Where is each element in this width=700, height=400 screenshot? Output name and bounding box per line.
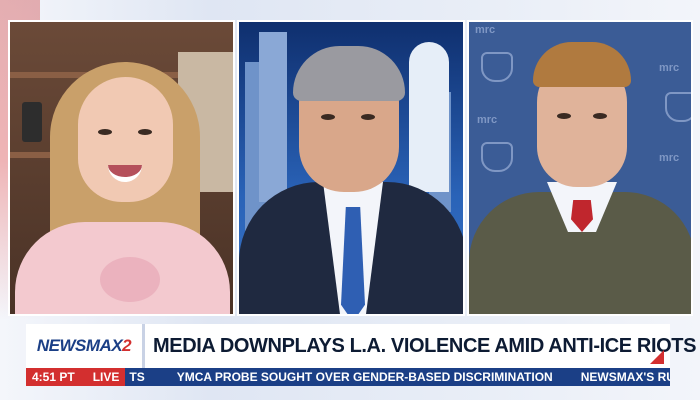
video-panel-anchor	[237, 20, 465, 316]
skyscraper	[259, 32, 287, 202]
network-logo-number: 2	[122, 336, 132, 355]
time-live-badge: 4:51 PT LIVE	[26, 368, 126, 386]
eye	[593, 113, 607, 119]
video-panel-guest-left	[8, 20, 235, 316]
headline-text: MEDIA DOWNPLAYS L.A. VIOLENCE AMID ANTI-…	[153, 334, 697, 357]
eye	[138, 129, 152, 135]
ticker-item: YMCA PROBE SOUGHT OVER GENDER-BASED DISC…	[176, 370, 553, 384]
desk-lamp	[22, 102, 42, 142]
headline-banner: MEDIA DOWNPLAYS L.A. VIOLENCE AMID ANTI-…	[142, 324, 696, 368]
ticker-item: NEWSMAX'S RUD	[580, 370, 670, 384]
news-ticker: 4:51 PT LIVE TS YMCA PROBE SOUGHT OVER G…	[26, 368, 670, 386]
mrc-logo: mrc	[477, 114, 498, 126]
video-panel-guest-right: mrc mrc mrc mrc	[467, 20, 693, 316]
banner-red-corner	[650, 350, 664, 364]
capitol-dome	[409, 42, 449, 192]
network-logo-text: NEWSMAX	[36, 336, 123, 355]
live-label: LIVE	[92, 370, 120, 384]
mrc-logo: mrc	[659, 62, 680, 74]
mrc-shield-icon	[481, 52, 513, 82]
guest-face	[78, 77, 173, 202]
eye	[557, 113, 571, 119]
mrc-shield-icon	[665, 92, 691, 122]
eye	[361, 114, 375, 120]
network-logo: NEWSMAX2	[26, 324, 142, 368]
mrc-logo: mrc	[659, 152, 680, 164]
mrc-shield-icon	[481, 142, 513, 172]
lower-third: NEWSMAX2 MEDIA DOWNPLAYS L.A. VIOLENCE A…	[0, 320, 700, 400]
time-label: 4:51 PT	[32, 370, 75, 384]
eye	[321, 114, 335, 120]
ticker-item: TS	[129, 370, 145, 384]
blouse-floral-print	[100, 257, 160, 302]
eye	[98, 129, 112, 135]
smile	[108, 165, 142, 182]
mrc-logo: mrc	[475, 24, 496, 36]
